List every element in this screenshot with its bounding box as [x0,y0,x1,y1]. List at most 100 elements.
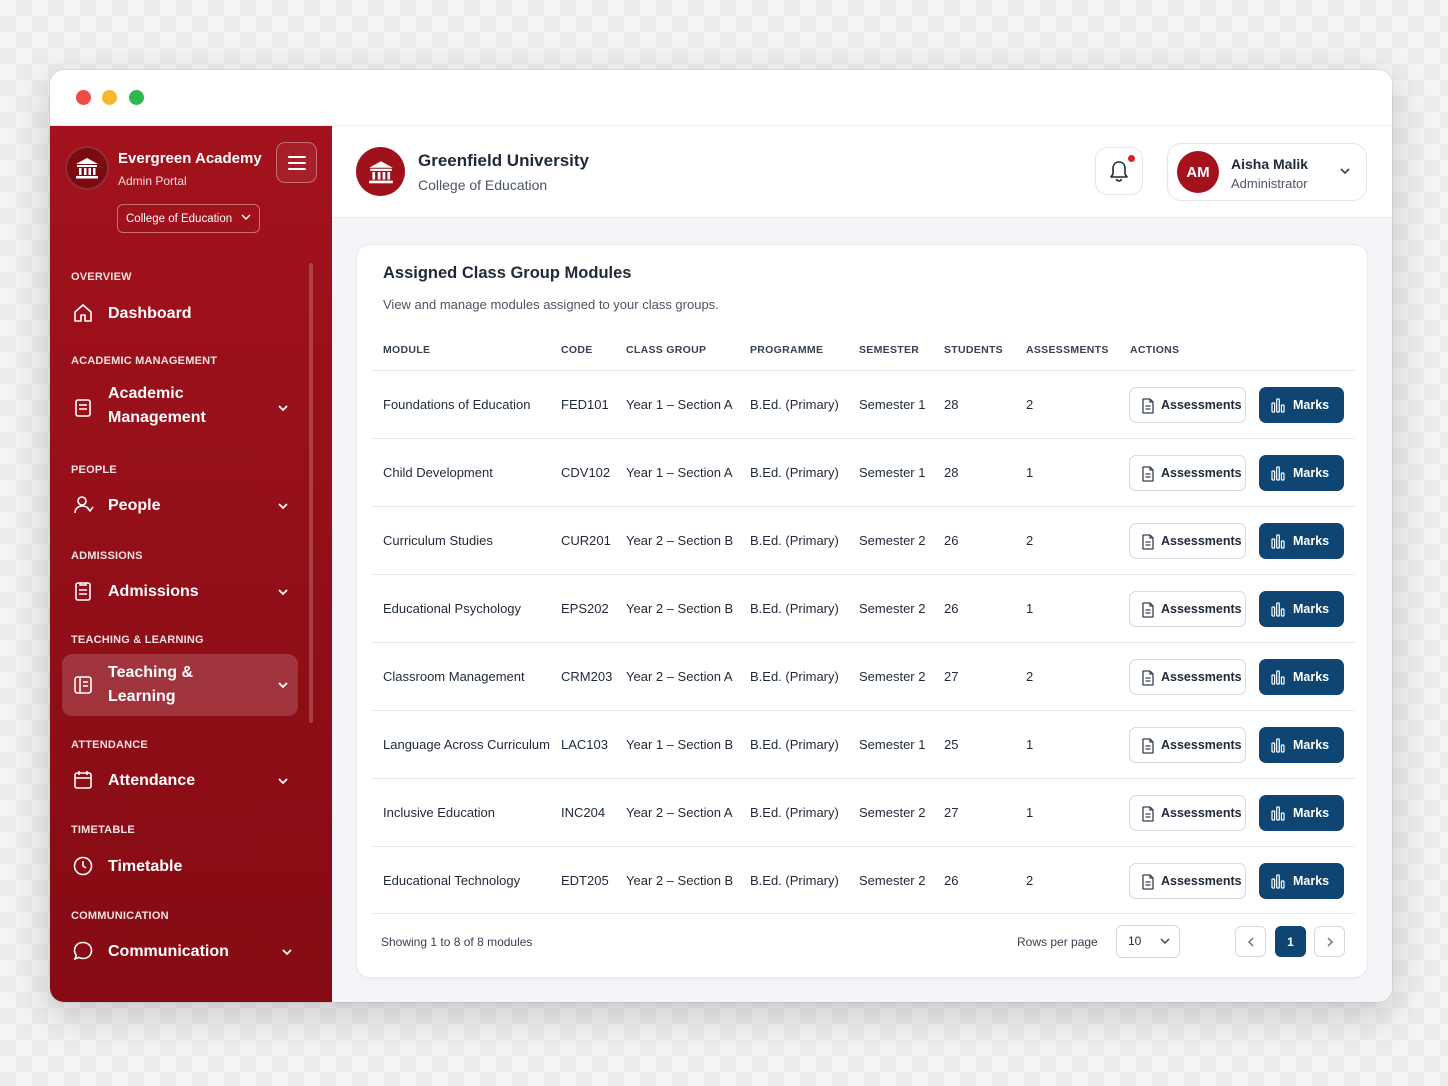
assessments-button-label: Assessments [1161,534,1242,548]
table-row: Inclusive Education INC204 Year 2 – Sectio… [371,778,1355,846]
card-subtitle: View and manage modules assigned to your… [383,297,719,312]
assessments-button[interactable]: Assessments [1129,727,1246,763]
maximize-window-button[interactable] [129,90,144,105]
cell-programme: B.Ed. (Primary) [750,397,839,412]
marks-button-label: Marks [1293,602,1330,616]
nav-section-teaching-learning: TEACHING & LEARNING [71,634,204,646]
notifications-button[interactable] [1095,147,1143,195]
sidebar-item-admissions[interactable]: Admissions [62,576,298,608]
person-icon [74,496,94,514]
assessments-button[interactable]: Assessments [1129,387,1246,423]
window-titlebar [50,70,1392,126]
calendar-icon [74,771,92,789]
column-header-semester[interactable]: SEMESTER [859,344,919,356]
cell-assessments: 1 [1026,465,1034,480]
cell-programme: B.Ed. (Primary) [750,601,839,616]
marks-button-label: Marks [1293,534,1330,548]
book-icon [74,676,92,694]
cell-semester: Semester 1 [859,737,926,752]
sidebar-item-teaching-learning[interactable]: Teaching & Learning [62,654,298,716]
rows-per-page-label: Rows per page [1017,935,1098,949]
column-header-code[interactable]: CODE [561,344,593,356]
next-page-button[interactable] [1314,926,1345,957]
academy-logo-icon [65,146,109,190]
nav-section-communication: COMMUNICATION [71,910,169,922]
university-name: Greenfield University [418,151,590,170]
chevron-down-icon [278,778,288,785]
clipboard-icon [75,399,91,417]
app-window: Evergreen Academy Admin Portal College o… [50,70,1392,1002]
user-menu[interactable]: AM Aisha Malik Administrator [1167,143,1367,201]
cell-module: Classroom Management [383,669,525,684]
assessments-button[interactable]: Assessments [1129,863,1246,899]
cell-students: 27 [944,669,959,684]
hamburger-icon [287,155,306,170]
column-header-class-group[interactable]: CLASS GROUP [626,344,706,356]
sidebar-item-label: Communication [108,943,229,960]
marks-button[interactable]: Marks [1259,591,1344,627]
cell-assessments: 1 [1026,805,1034,820]
sidebar-item-people[interactable]: People [62,490,298,522]
document-icon [1141,466,1155,485]
marks-button-label: Marks [1293,670,1330,684]
column-header-assessments[interactable]: ASSESSMENTS [1026,344,1109,356]
sidebar-item-label: Academic Management [108,385,206,426]
marks-button-label: Marks [1293,466,1330,480]
cell-students: 27 [944,805,959,820]
chevron-down-icon [241,214,251,221]
assessments-button-label: Assessments [1161,874,1242,888]
sidebar: Evergreen Academy Admin Portal College o… [50,126,332,1002]
assessments-button[interactable]: Assessments [1129,795,1246,831]
marks-button[interactable]: Marks [1259,523,1344,559]
column-header-module[interactable]: MODULE [383,344,430,356]
rows-per-page-select[interactable]: 10 [1116,925,1180,958]
assessments-button[interactable]: Assessments [1129,523,1246,559]
marks-button[interactable]: Marks [1259,455,1344,491]
main-content: Greenfield University College of Educati… [332,126,1392,1002]
sidebar-item-label: People [108,497,161,514]
college-name: College of Education [418,177,548,193]
page-1-button[interactable]: 1 [1275,926,1306,957]
table-row: Foundations of Education FED101 Year 1 – S… [371,370,1355,438]
marks-button[interactable]: Marks [1259,795,1344,831]
close-window-button[interactable] [76,90,91,105]
assessments-button-label: Assessments [1161,738,1242,752]
assessments-button-label: Assessments [1161,670,1242,684]
cell-semester: Semester 2 [859,601,926,616]
previous-page-button[interactable] [1235,926,1266,957]
college-selector[interactable]: College of Education [117,204,260,233]
chevron-down-icon [1160,938,1170,945]
menu-toggle-button[interactable] [276,142,317,183]
sidebar-item-attendance[interactable]: Attendance [62,765,298,797]
minimize-window-button[interactable] [102,90,117,105]
cell-students: 28 [944,465,959,480]
cell-assessments: 2 [1026,533,1034,548]
chevron-right-icon [1326,936,1333,947]
modules-card: Assigned Class Group Modules View and ma… [356,244,1368,978]
column-header-programme[interactable]: PROGRAMME [750,344,823,356]
assessments-button[interactable]: Assessments [1129,455,1246,491]
sidebar-scrollbar[interactable] [309,263,313,723]
pagination-summary: Showing 1 to 8 of 8 modules [381,935,533,949]
column-header-students[interactable]: STUDENTS [944,344,1003,356]
cell-assessments: 2 [1026,873,1034,888]
sidebar-item-academic-management[interactable]: Academic Management [62,380,298,436]
bell-icon [1110,161,1128,182]
chevron-down-icon [278,589,288,596]
assessments-button[interactable]: Assessments [1129,659,1246,695]
chevron-down-icon [282,949,292,956]
sidebar-item-dashboard[interactable]: Dashboard [62,298,298,330]
chat-icon [73,941,93,961]
assessments-button[interactable]: Assessments [1129,591,1246,627]
brand-name: Evergreen Academy [118,150,262,167]
marks-button[interactable]: Marks [1259,727,1344,763]
marks-button[interactable]: Marks [1259,659,1344,695]
sidebar-item-timetable[interactable]: Timetable [62,851,298,883]
bar-chart-icon [1271,669,1285,688]
sidebar-item-communication[interactable]: Communication [62,936,298,968]
marks-button[interactable]: Marks [1259,863,1344,899]
table-row: Child Development CDV102 Year 1 – Section … [371,438,1355,506]
bar-chart-icon [1271,533,1285,552]
marks-button[interactable]: Marks [1259,387,1344,423]
document-icon [1141,806,1155,825]
